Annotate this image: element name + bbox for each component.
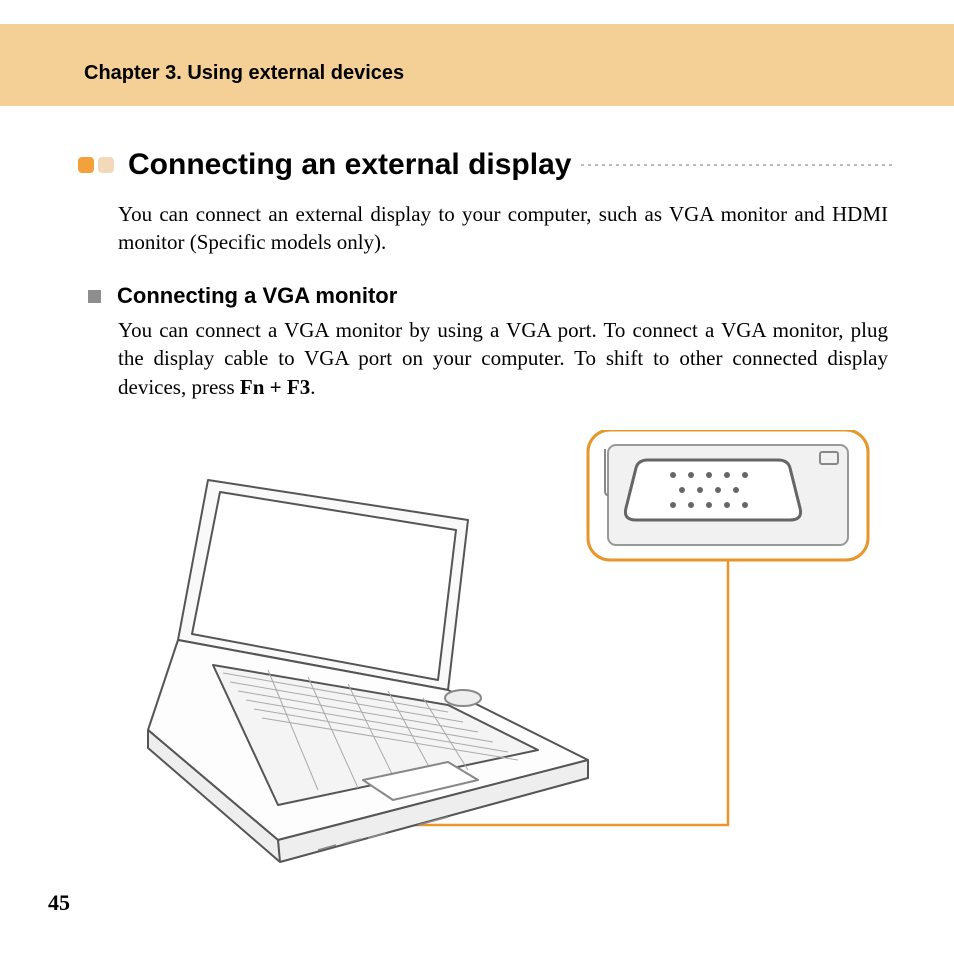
shortcut-key: Fn + F3 xyxy=(240,375,310,399)
body-suffix: . xyxy=(310,375,315,399)
vga-callout xyxy=(588,430,868,560)
body-paragraph: You can connect a VGA monitor by using a… xyxy=(118,316,888,401)
laptop-figure xyxy=(118,430,888,870)
subsection-heading-row: Connecting a VGA monitor xyxy=(88,283,397,309)
page-number: 45 xyxy=(48,890,70,916)
body-prefix: You can connect a VGA monitor by using a… xyxy=(118,318,888,399)
laptop-diagram xyxy=(148,480,588,862)
intro-paragraph: You can connect an external display to y… xyxy=(118,200,888,257)
square-bullet-icon xyxy=(88,290,101,303)
section-title: Connecting an external display xyxy=(128,148,571,182)
bullet-icon xyxy=(98,157,114,173)
section-heading-row: Connecting an external display xyxy=(78,148,894,182)
dash-rule xyxy=(581,164,894,166)
chapter-title: Chapter 3. Using external devices xyxy=(84,62,404,85)
subsection-title: Connecting a VGA monitor xyxy=(117,283,397,309)
bullet-icon xyxy=(78,157,94,173)
